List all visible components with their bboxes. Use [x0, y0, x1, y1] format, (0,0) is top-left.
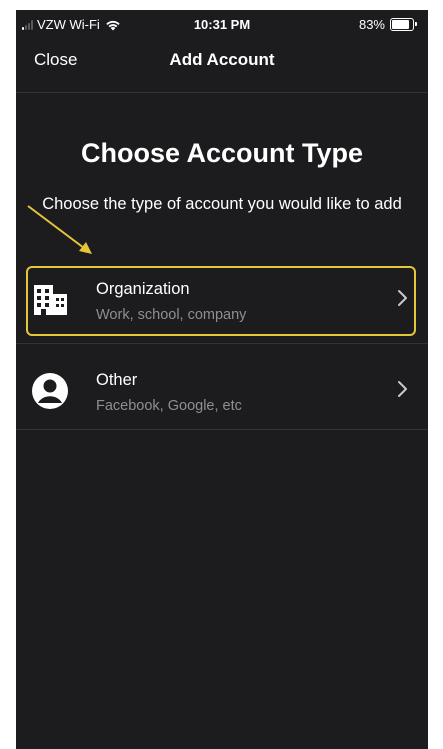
person-icon — [32, 373, 68, 409]
nav-title: Add Account — [169, 50, 275, 69]
account-option-title: Other — [96, 371, 138, 389]
chevron-right-icon — [398, 381, 407, 397]
account-option-subtitle: Facebook, Google, etc — [96, 398, 242, 414]
page-title: Choose Account Type — [80, 138, 364, 168]
page-subtitle: Choose the type of account you would lik… — [42, 195, 402, 213]
annotation-highlight-box — [26, 266, 416, 336]
status-bar: VZW Wi-Fi 10:31 PM 83% — [16, 10, 428, 40]
battery-percent: 83% — [358, 17, 385, 32]
nav-bar: Close Add Account — [16, 40, 428, 93]
row-divider — [16, 343, 428, 344]
battery-fill — [392, 20, 409, 29]
phone-screen: VZW Wi-Fi 10:31 PM 83% Close Add Account… — [16, 10, 428, 749]
battery-icon — [390, 18, 417, 31]
account-option-other[interactable]: Other Facebook, Google, etc — [16, 353, 428, 430]
status-right: 83% — [358, 17, 417, 32]
battery-tip — [415, 22, 417, 26]
